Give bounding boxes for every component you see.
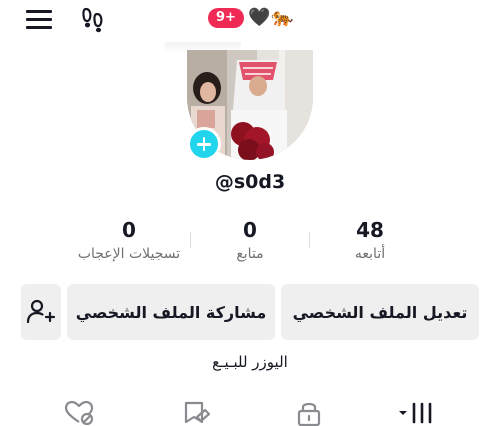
stat-value: 48 — [356, 218, 384, 242]
stat-followers[interactable]: 0 متابع — [185, 218, 315, 262]
add-photo-button[interactable] — [187, 127, 221, 161]
username: @s0d3 — [214, 171, 286, 193]
add-friend-button[interactable] — [21, 284, 61, 340]
menu-icon[interactable] — [26, 9, 52, 29]
stat-value: 0 — [243, 218, 257, 242]
profile-title: 9+ 🖤🐅 — [208, 6, 295, 30]
stat-likes[interactable]: 0 تسجيلات الإعجاب — [64, 218, 194, 262]
lock-icon — [297, 402, 321, 426]
stat-label: تسجيلات الإعجاب — [77, 246, 181, 262]
tab-favorites[interactable] — [181, 400, 211, 426]
add-friend-icon — [26, 299, 56, 324]
notification-badge[interactable]: 9+ — [208, 8, 244, 28]
stat-label: متابع — [236, 246, 264, 262]
stat-label: أتابعه — [354, 246, 386, 262]
tab-private[interactable] — [294, 400, 324, 426]
share-profile-button[interactable]: مشاركة الملف الشخصي — [67, 284, 275, 340]
edit-profile-button[interactable]: تعديل الملف الشخصي — [281, 284, 479, 340]
stat-following[interactable]: 48 أتابعه — [305, 218, 435, 262]
footprints-icon[interactable] — [80, 5, 108, 33]
heart-icon — [64, 400, 94, 426]
stat-value: 0 — [122, 218, 136, 242]
tab-liked[interactable] — [64, 400, 94, 426]
grid-icon — [399, 402, 432, 424]
tab-videos[interactable] — [397, 400, 439, 426]
display-name-emoji: 🖤🐅 — [247, 7, 295, 28]
bookmark-icon — [184, 401, 211, 424]
profile-page: 9+ 🖤🐅 @s0d3 48 أتابعه 0 متابع 0 تسجيلات … — [0, 0, 500, 426]
top-bar: 9+ 🖤🐅 — [0, 0, 500, 40]
bio-text: اليوزر للبـيـع — [212, 353, 288, 371]
